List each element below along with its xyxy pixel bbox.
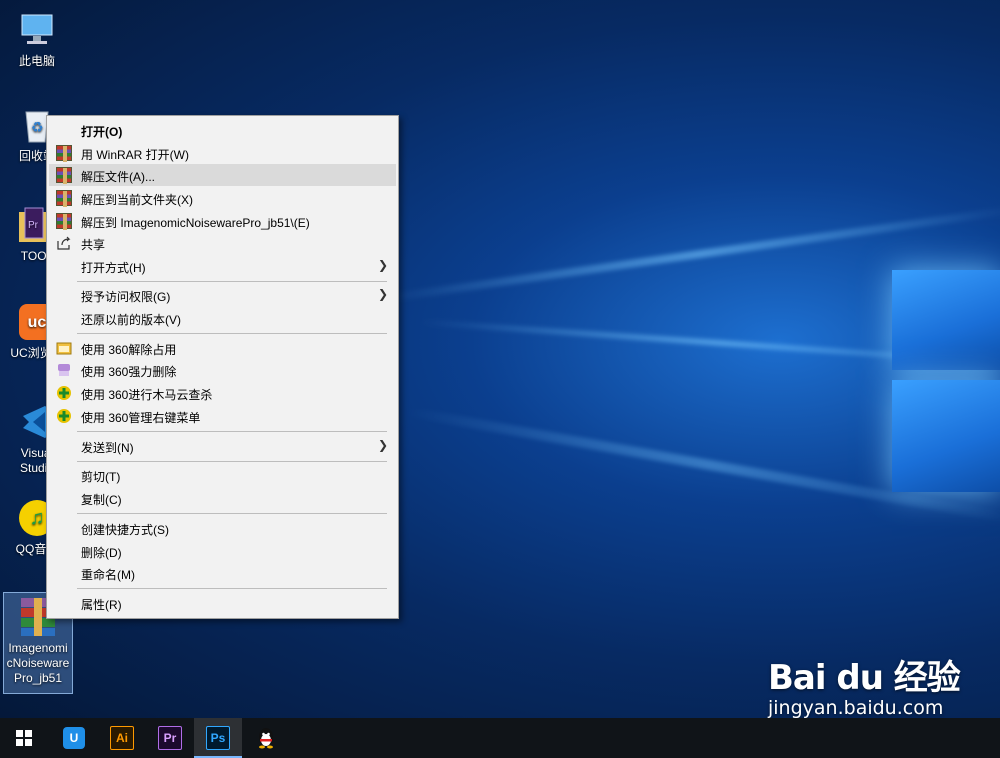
context-menu: 打开(O) 用 WinRAR 打开(W) 解压文件(A)... 解压到当前文件夹…: [46, 115, 399, 619]
illustrator-icon: Ai: [110, 726, 134, 750]
menu-separator: [77, 281, 387, 282]
chevron-right-icon: ❯: [377, 258, 388, 272]
menu-item-360-trojan-scan[interactable]: 使用 360进行木马云查杀: [49, 382, 396, 404]
share-icon: [56, 235, 72, 251]
winrar-icon: [56, 145, 72, 162]
watermark-url: jingyan.baidu.com: [768, 697, 944, 719]
winrar-icon: [56, 213, 72, 230]
taskbar-premiere[interactable]: Pr: [146, 718, 194, 758]
menu-item-360-force-delete[interactable]: 使用 360强力删除: [49, 359, 396, 381]
windows-logo-light: [888, 262, 1000, 492]
chevron-right-icon: ❯: [377, 438, 388, 452]
taskbar-360-browser[interactable]: U: [50, 718, 98, 758]
360-security-icon: [56, 385, 72, 401]
menu-item-restore-versions[interactable]: 还原以前的版本(V): [49, 307, 396, 329]
chevron-right-icon: ❯: [377, 287, 388, 301]
menu-item-360-manage-menu[interactable]: 使用 360管理右键菜单: [49, 405, 396, 427]
desktop-icon-label-line2: cNoiseware: [6, 656, 70, 670]
menu-item-open[interactable]: 打开(O): [49, 119, 396, 141]
menu-item-360-unlock[interactable]: 使用 360解除占用: [49, 337, 396, 359]
taskbar-qq[interactable]: [242, 718, 290, 758]
menu-item-open-with-winrar[interactable]: 用 WinRAR 打开(W): [49, 142, 396, 164]
menu-item-extract-here[interactable]: 解压到当前文件夹(X): [49, 187, 396, 209]
svg-text:Pr: Pr: [28, 220, 39, 231]
360-browser-icon: U: [63, 727, 85, 749]
menu-item-delete[interactable]: 删除(D): [49, 540, 396, 562]
menu-separator: [77, 513, 387, 514]
menu-separator: [77, 461, 387, 462]
taskbar: U Ai Pr Ps: [0, 718, 1000, 758]
menu-item-send-to[interactable]: 发送到(N) ❯: [49, 435, 396, 457]
menu-item-create-shortcut[interactable]: 创建快捷方式(S): [49, 517, 396, 539]
menu-separator: [77, 333, 387, 334]
menu-item-properties[interactable]: 属性(R): [49, 592, 396, 614]
menu-item-open-with[interactable]: 打开方式(H) ❯: [49, 255, 396, 277]
menu-item-rename[interactable]: 重命名(M): [49, 562, 396, 584]
computer-icon: [17, 10, 57, 50]
menu-item-give-access[interactable]: 授予访问权限(G) ❯: [49, 284, 396, 306]
qq-icon: [259, 728, 273, 749]
desktop-icon-label-line1: Imagenomi: [8, 641, 68, 655]
winrar-icon: [56, 190, 72, 207]
desktop-icon-label: 此电脑: [18, 54, 55, 68]
svg-text:♻: ♻: [31, 119, 44, 135]
desktop-icon-this-pc[interactable]: 此电脑: [4, 10, 70, 69]
menu-separator: [77, 431, 387, 432]
menu-item-share[interactable]: 共享: [49, 232, 396, 254]
baidu-jingyan-watermark: Bai du 经验 jingyan.baidu.com: [768, 650, 961, 719]
menu-item-cut[interactable]: 剪切(T): [49, 464, 396, 486]
360-security-icon: [56, 408, 72, 424]
taskbar-illustrator[interactable]: Ai: [98, 718, 146, 758]
menu-item-extract-files[interactable]: 解压文件(A)...: [49, 164, 396, 186]
menu-separator: [77, 588, 387, 589]
start-button[interactable]: [0, 718, 48, 758]
premiere-icon: Pr: [158, 726, 182, 750]
menu-item-extract-to-folder[interactable]: 解压到 ImagenomicNoisewarePro_jb51\(E): [49, 210, 396, 232]
winrar-icon: [56, 167, 72, 184]
desktop-icon-label-line3: Pro_jb51: [13, 671, 63, 685]
menu-item-copy[interactable]: 复制(C): [49, 487, 396, 509]
shredder-icon: [56, 362, 72, 378]
taskbar-photoshop[interactable]: Ps: [194, 718, 242, 758]
unlock-file-icon: [56, 340, 72, 356]
photoshop-icon: Ps: [206, 726, 230, 750]
start-icon: [16, 730, 32, 746]
baidu-logo: Bai du 经验: [768, 658, 961, 698]
